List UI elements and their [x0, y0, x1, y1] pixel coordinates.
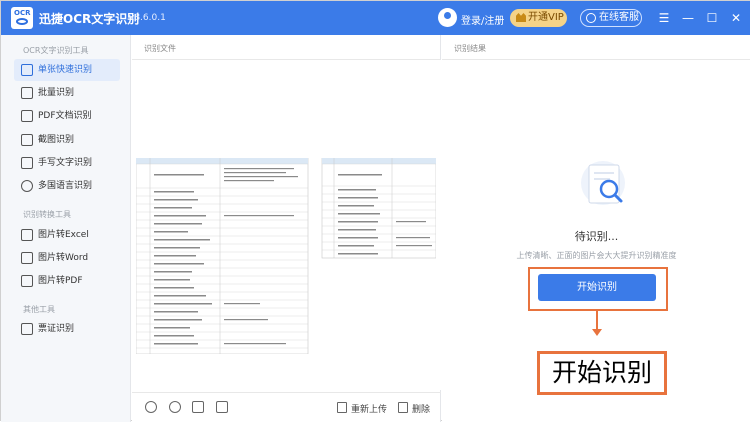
- sidebar-item-label: 图片转PDF: [38, 276, 83, 286]
- title-bar: OCR 迅捷OCR文字识别 v8.6.0.1 登录/注册 开通VIP 在线客服 …: [1, 1, 750, 35]
- screenshot-icon: [21, 134, 33, 146]
- arrow-head-icon: [592, 329, 602, 336]
- start-recognition-button[interactable]: 开始识别: [538, 274, 656, 301]
- avatar-icon[interactable]: [438, 8, 457, 27]
- source-file-panel: 识别文件 重新上传 删除: [132, 35, 441, 422]
- vip-label: 开通VIP: [528, 12, 564, 23]
- globe-icon: [21, 180, 33, 192]
- service-label: 在线客服: [599, 12, 639, 23]
- divider: [442, 59, 750, 60]
- menu-icon[interactable]: ☰: [656, 10, 672, 26]
- sidebar-item-label: 批量识别: [38, 88, 75, 98]
- batch-icon: [21, 87, 33, 99]
- sidebar-item-image-to-pdf[interactable]: 图片转PDF: [14, 270, 120, 292]
- logo-text: OCR: [14, 9, 31, 17]
- maximize-icon[interactable]: ☐: [704, 10, 720, 26]
- sidebar: OCR文字识别工具 单张快速识别 批量识别 PDF文档识别 截图识别 手写文字识…: [1, 35, 131, 422]
- result-panel: 识别结果 待识别... 上传清晰、正面的图片会大大提升识别精准度 开始识别 开始…: [442, 35, 750, 422]
- sidebar-item-image-to-excel[interactable]: 图片转Excel: [14, 224, 120, 246]
- document-preview: [132, 60, 441, 390]
- zoom-in-icon[interactable]: [145, 401, 157, 413]
- panel-title-result: 识别结果: [454, 44, 486, 53]
- sidebar-item-multilingual[interactable]: 多国语言识别: [14, 175, 120, 197]
- sidebar-item-label: 手写文字识别: [38, 158, 93, 168]
- sidebar-item-label: PDF文档识别: [38, 111, 92, 121]
- pdf-icon: [21, 110, 33, 122]
- sidebar-item-label: 图片转Word: [38, 253, 89, 263]
- minimize-icon[interactable]: —: [680, 10, 696, 26]
- rotate-icon[interactable]: [192, 401, 204, 413]
- app-logo: OCR: [11, 7, 33, 29]
- section-conversion-tools: 识别转换工具: [23, 210, 71, 219]
- sidebar-item-label: 截图识别: [38, 135, 75, 145]
- sidebar-item-screenshot[interactable]: 截图识别: [14, 129, 120, 151]
- open-vip-button[interactable]: 开通VIP: [510, 9, 567, 27]
- service-icon: [586, 13, 596, 23]
- sidebar-item-batch[interactable]: 批量识别: [14, 82, 120, 104]
- sidebar-item-label: 票证识别: [38, 324, 75, 334]
- document-thumbnail: [136, 158, 436, 354]
- sidebar-item-ticket[interactable]: 票证识别: [14, 318, 120, 340]
- sidebar-item-pdf[interactable]: PDF文档识别: [14, 105, 120, 127]
- close-icon[interactable]: ✕: [728, 10, 744, 26]
- upload-icon[interactable]: [337, 402, 347, 413]
- excel-icon: [21, 229, 33, 241]
- sidebar-item-single-recognition[interactable]: 单张快速识别: [14, 59, 120, 81]
- fit-screen-icon[interactable]: [216, 401, 228, 413]
- sidebar-item-image-to-word[interactable]: 图片转Word: [14, 247, 120, 269]
- sidebar-item-label: 单张快速识别: [38, 65, 93, 75]
- image-icon: [21, 64, 33, 76]
- trash-icon[interactable]: [398, 402, 408, 413]
- delete-button[interactable]: 删除: [412, 402, 430, 415]
- preview-toolbar: 重新上传 删除: [132, 392, 441, 422]
- ticket-icon: [21, 323, 33, 335]
- section-other-tools: 其他工具: [23, 305, 55, 314]
- section-ocr-tools: OCR文字识别工具: [23, 46, 89, 55]
- sidebar-item-handwriting[interactable]: 手写文字识别: [14, 152, 120, 174]
- word-icon: [21, 252, 33, 264]
- panel-title-source: 识别文件: [144, 44, 176, 53]
- eye-icon: [16, 18, 28, 25]
- handwriting-icon: [21, 157, 33, 169]
- waiting-status: 待识别...: [574, 230, 619, 243]
- pdf-convert-icon: [21, 275, 33, 287]
- search-document-icon: [581, 161, 625, 205]
- app-title: 迅捷OCR文字识别: [39, 12, 140, 26]
- crown-icon: [516, 13, 526, 22]
- app-version: v8.6.0.1: [129, 13, 166, 23]
- sidebar-item-label: 图片转Excel: [38, 230, 89, 240]
- upload-hint: 上传清晰、正面的图片会大大提升识别精准度: [516, 251, 677, 260]
- callout-label: 开始识别: [537, 351, 667, 395]
- sidebar-item-label: 多国语言识别: [38, 181, 93, 191]
- reupload-button[interactable]: 重新上传: [351, 402, 387, 415]
- app-window: OCR 迅捷OCR文字识别 v8.6.0.1 登录/注册 开通VIP 在线客服 …: [0, 0, 750, 422]
- zoom-out-icon[interactable]: [169, 401, 181, 413]
- online-service-button[interactable]: 在线客服: [580, 9, 642, 27]
- login-link[interactable]: 登录/注册: [461, 12, 504, 27]
